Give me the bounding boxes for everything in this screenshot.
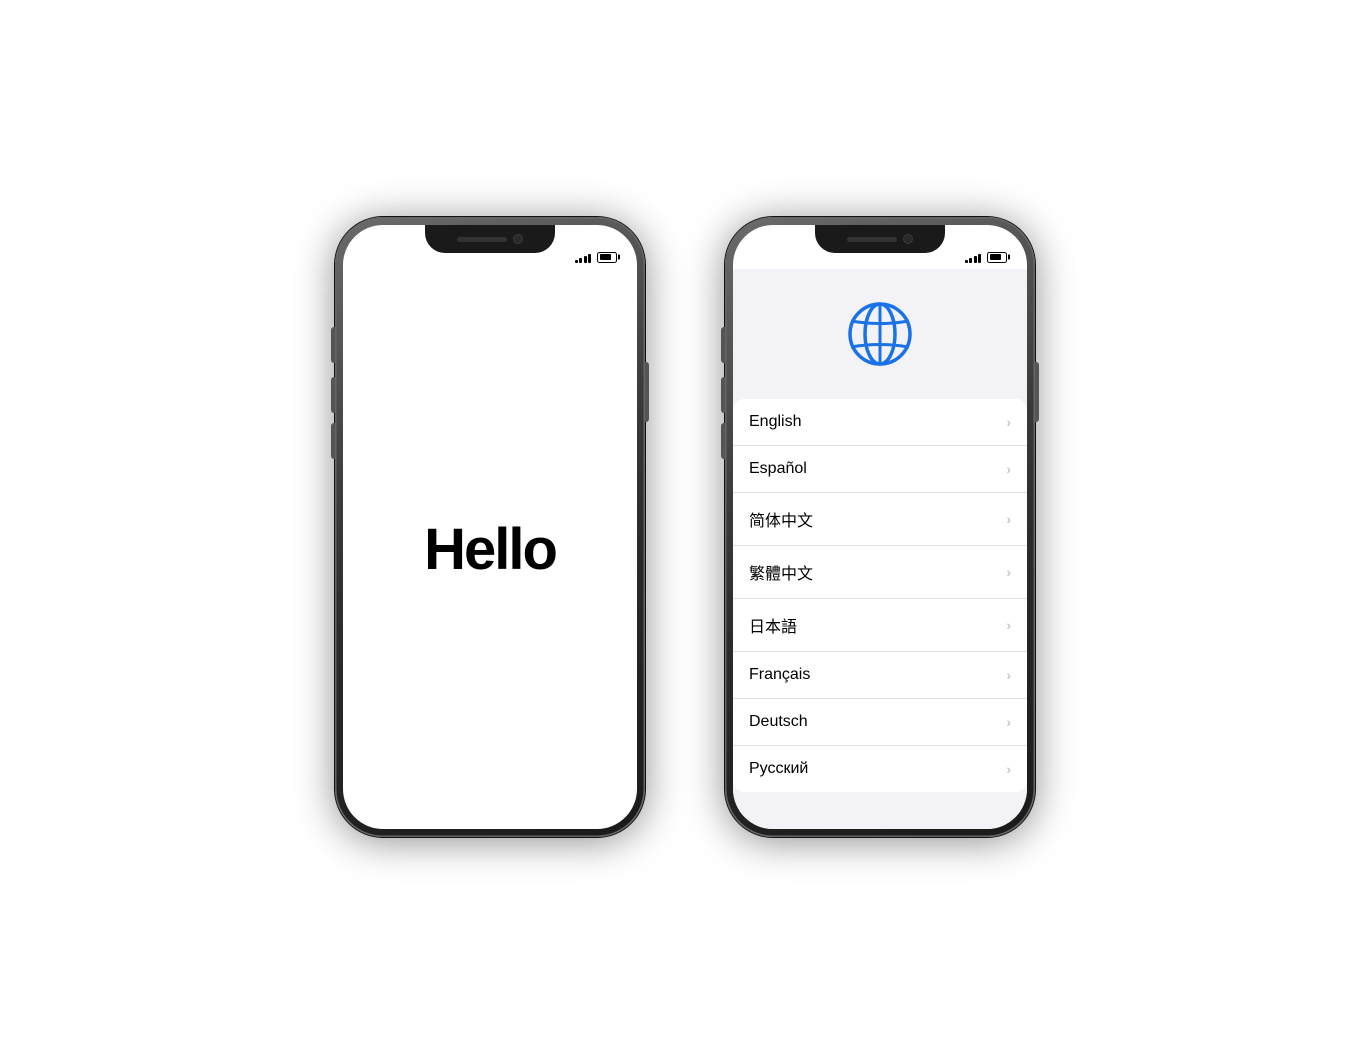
language-phone: English › Español › 简体中文 › 繁體中文 › <box>725 217 1035 837</box>
status-icons-2 <box>965 251 1008 263</box>
language-list: English › Español › 简体中文 › 繁體中文 › <box>733 399 1027 792</box>
signal-bar-3b <box>974 256 977 263</box>
signal-bar-1 <box>575 260 578 263</box>
lang-label-english: English <box>749 413 801 431</box>
hello-label: Hello <box>424 516 556 583</box>
globe-icon <box>845 299 915 369</box>
lang-label-simplified-chinese: 简体中文 <box>749 507 813 531</box>
lang-item-espanol[interactable]: Español › <box>733 446 1027 493</box>
status-icons <box>575 251 618 263</box>
signal-bar-4b <box>978 254 981 263</box>
signal-bar-2b <box>969 258 972 263</box>
speaker-2 <box>847 237 897 242</box>
signal-bar-1b <box>965 260 968 263</box>
lang-item-french[interactable]: Français › <box>733 652 1027 699</box>
signal-bar-3 <box>584 256 587 263</box>
chevron-russian: › <box>1006 761 1011 777</box>
chevron-french: › <box>1006 667 1011 683</box>
hello-phone-screen: Hello <box>343 225 637 829</box>
language-screen-content: English › Español › 简体中文 › 繁體中文 › <box>733 269 1027 829</box>
chevron-english: › <box>1006 414 1011 430</box>
chevron-german: › <box>1006 714 1011 730</box>
battery-fill-2 <box>990 254 1002 260</box>
language-selection-screen: English › Español › 简体中文 › 繁體中文 › <box>733 269 1027 829</box>
notch <box>425 225 555 253</box>
battery-icon-2 <box>987 252 1007 263</box>
chevron-simplified-chinese: › <box>1006 511 1011 527</box>
signal-bar-4 <box>588 254 591 263</box>
lang-item-english[interactable]: English › <box>733 399 1027 446</box>
battery-icon <box>597 252 617 263</box>
signal-icon-2 <box>965 251 982 263</box>
speaker <box>457 237 507 242</box>
notch-2 <box>815 225 945 253</box>
lang-label-espanol: Español <box>749 460 807 478</box>
front-camera <box>513 234 523 244</box>
chevron-traditional-chinese: › <box>1006 564 1011 580</box>
lang-item-japanese[interactable]: 日本語 › <box>733 599 1027 652</box>
lang-item-german[interactable]: Deutsch › <box>733 699 1027 746</box>
lang-item-traditional-chinese[interactable]: 繁體中文 › <box>733 546 1027 599</box>
hello-screen-content: Hello <box>343 269 637 829</box>
lang-label-german: Deutsch <box>749 713 808 731</box>
signal-icon <box>575 251 592 263</box>
chevron-japanese: › <box>1006 617 1011 633</box>
language-phone-screen: English › Español › 简体中文 › 繁體中文 › <box>733 225 1027 829</box>
lang-label-french: Français <box>749 666 810 684</box>
chevron-espanol: › <box>1006 461 1011 477</box>
lang-label-traditional-chinese: 繁體中文 <box>749 560 813 584</box>
lang-item-russian[interactable]: Русский › <box>733 746 1027 792</box>
battery-fill <box>600 254 612 260</box>
lang-label-japanese: 日本語 <box>749 613 797 637</box>
lang-item-simplified-chinese[interactable]: 简体中文 › <box>733 493 1027 546</box>
front-camera-2 <box>903 234 913 244</box>
hello-phone: Hello <box>335 217 645 837</box>
lang-label-russian: Русский <box>749 760 808 778</box>
signal-bar-2 <box>579 258 582 263</box>
